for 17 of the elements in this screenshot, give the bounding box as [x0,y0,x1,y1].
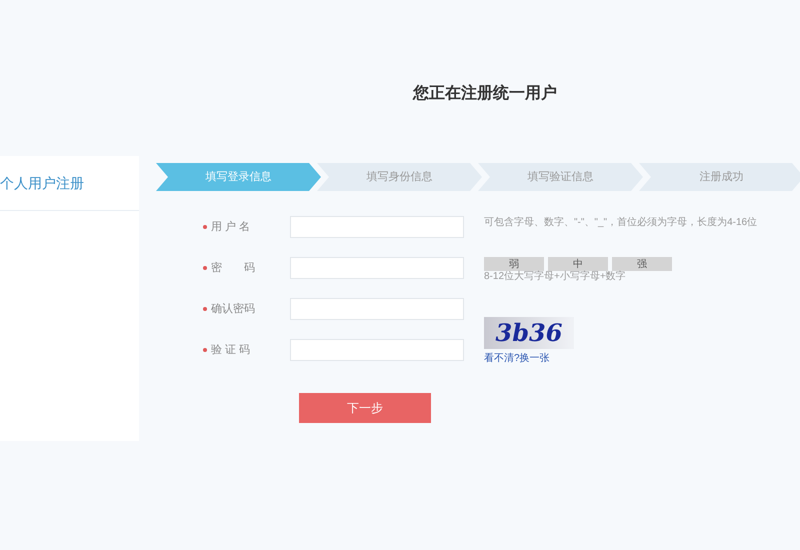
page-title: 您正在注册统一用户 [413,83,557,104]
input-field[interactable] [290,298,464,320]
field-label: 密 码 [211,260,256,276]
password-hint: 8-12位大写字母+小写字母+数字 [484,271,627,283]
input-field[interactable] [290,339,464,361]
captcha-image[interactable]: 3b36 [484,317,574,349]
input-field[interactable] [290,216,464,238]
field-label: 确认密码 [211,302,256,317]
field-label: 验 证 码 [211,343,252,358]
field-hint: 可包含字母、数字、"-"、"_"，首位必须为字母，长度为4-16位 [484,216,758,229]
refresh-captcha-link[interactable]: 看不清?换一张 [484,351,574,366]
sidebar-heading[interactable]: 个人用户注册 [0,172,84,194]
strength-segment: 强 [612,257,672,271]
input-field[interactable] [290,257,464,279]
strength-segment: 中 [548,257,608,271]
field-label: 用 户 名 [211,220,252,235]
strength-segment: 弱 [484,257,544,271]
